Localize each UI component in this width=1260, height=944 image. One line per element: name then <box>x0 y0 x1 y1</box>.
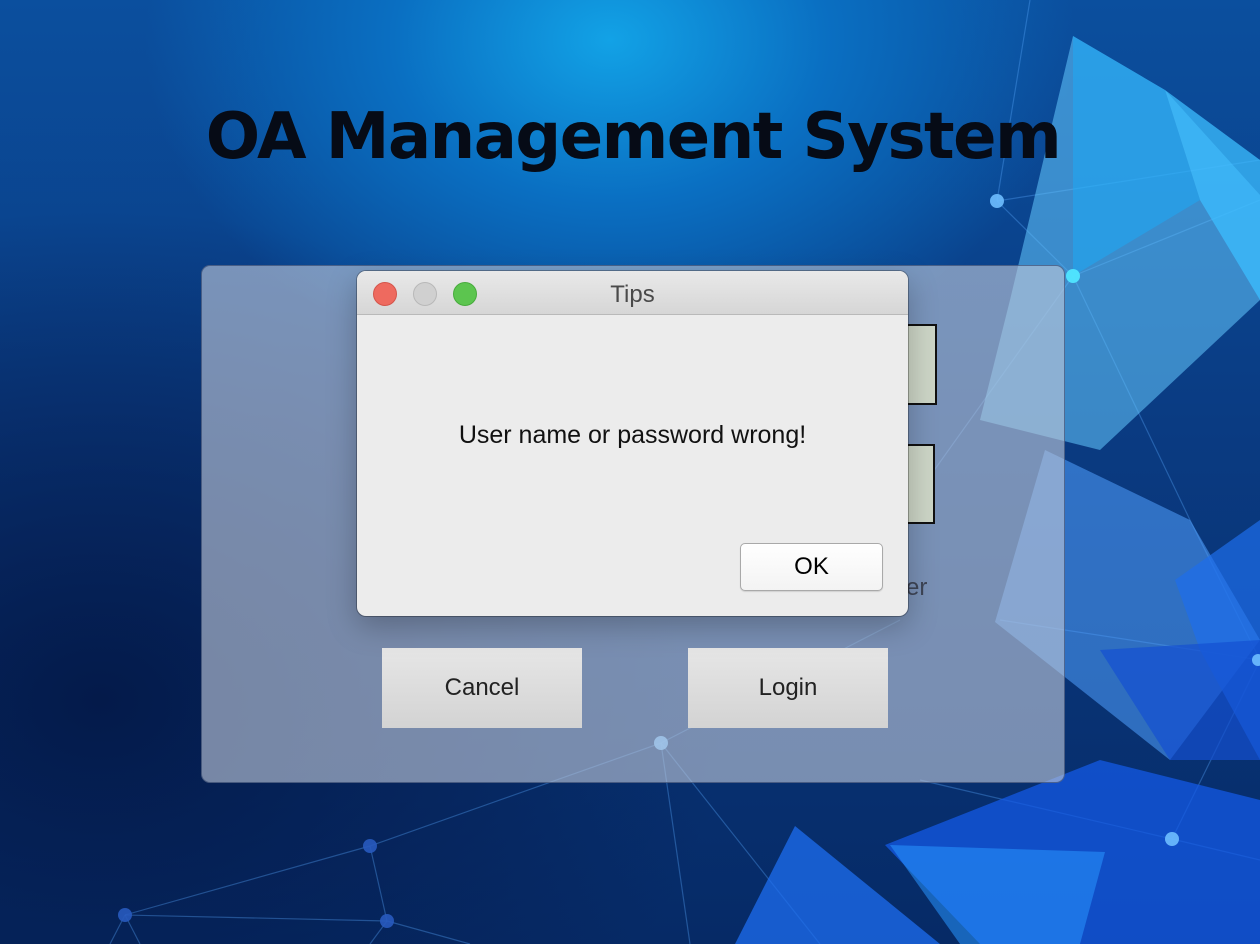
app-window: OA Management System er Cancel Login Tip… <box>0 0 1260 944</box>
ok-button[interactable]: OK <box>740 543 883 591</box>
login-button[interactable]: Login <box>688 648 888 728</box>
dialog-titlebar[interactable]: Tips <box>357 271 908 315</box>
dialog-title: Tips <box>610 281 655 308</box>
app-title: OA Management System <box>205 100 1062 174</box>
cancel-button[interactable]: Cancel <box>382 648 582 728</box>
dialog-message: User name or password wrong! <box>458 421 807 449</box>
tips-dialog: Tips User name or password wrong! OK <box>357 271 908 616</box>
remember-label: er <box>906 574 928 601</box>
